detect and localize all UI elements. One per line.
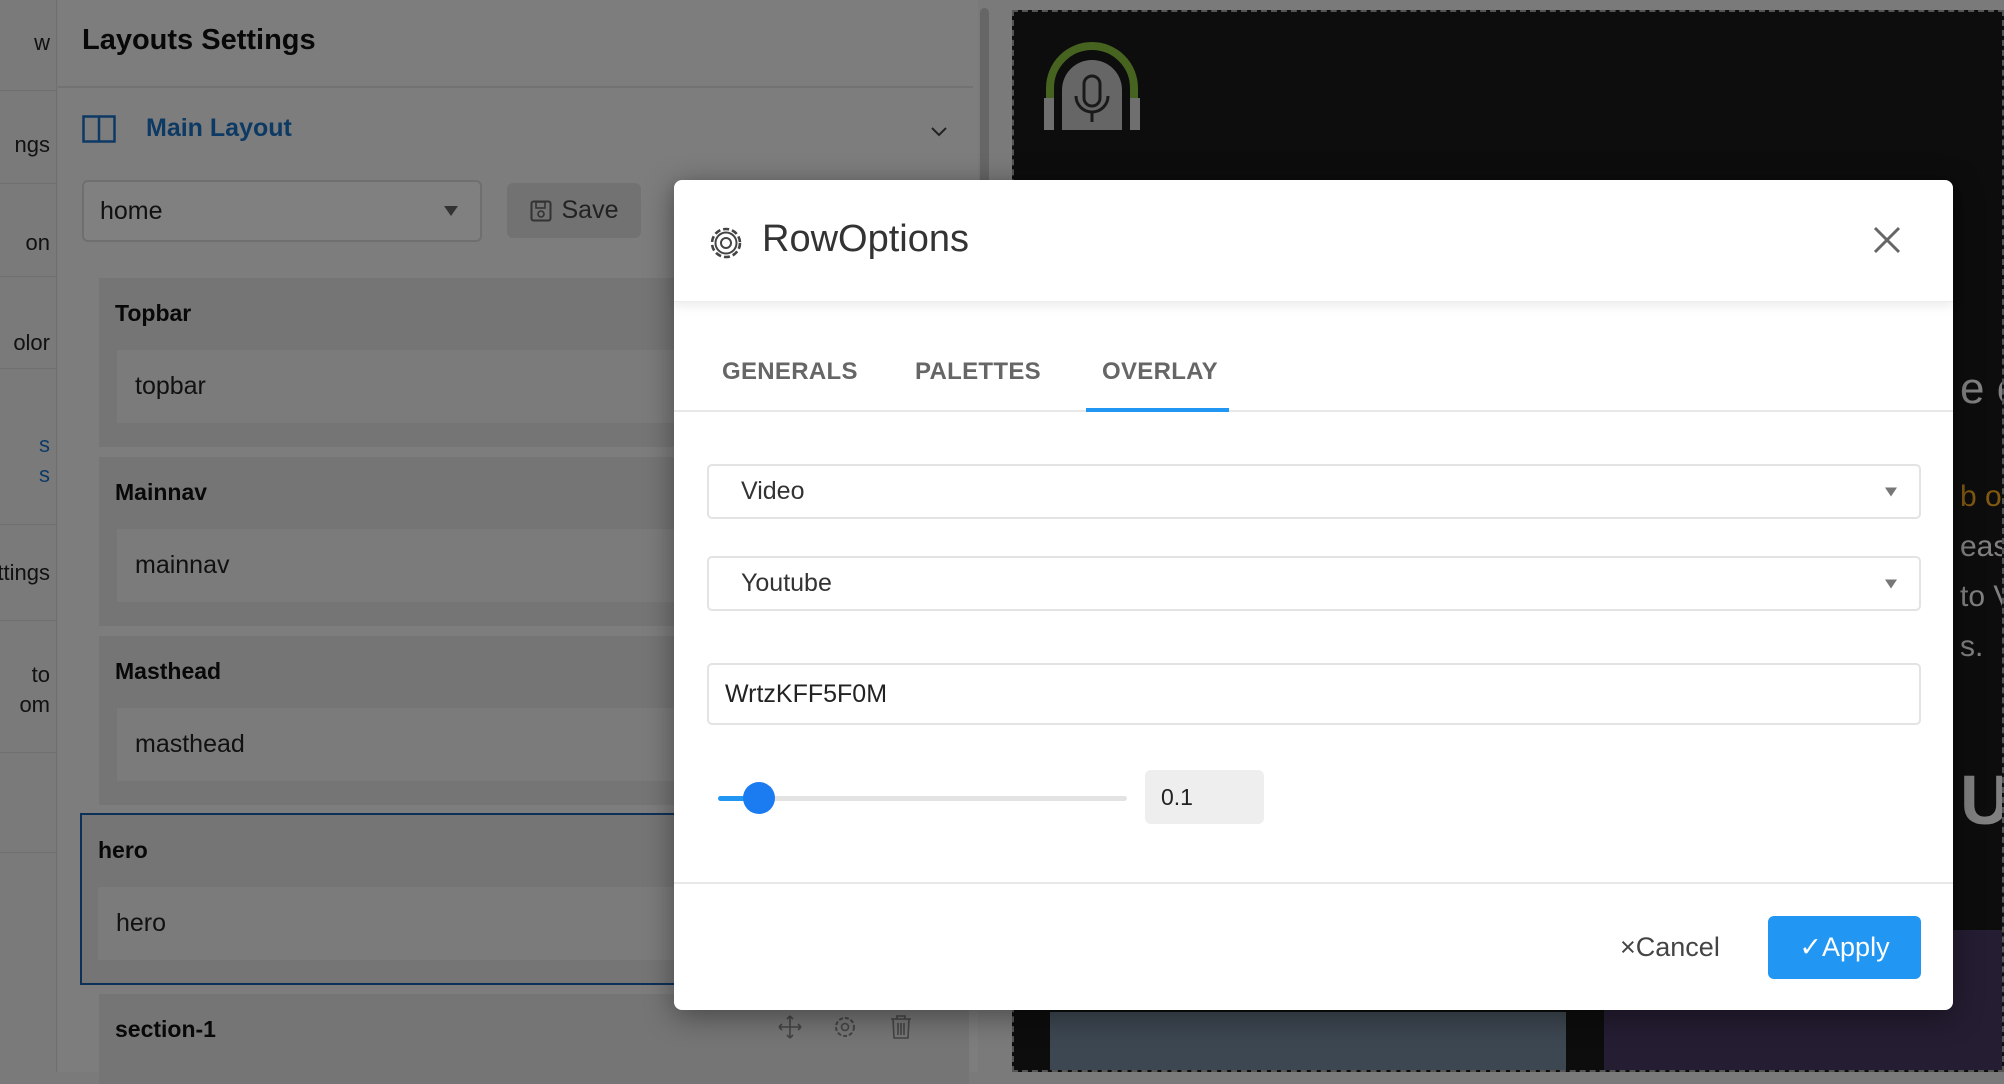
video-source-value: Youtube xyxy=(741,569,832,597)
tab-generals[interactable]: GENERALS xyxy=(722,358,858,386)
close-icon[interactable] xyxy=(1867,220,1907,260)
cancel-button[interactable]: ×Cancel xyxy=(1620,932,1720,963)
nav-item[interactable]: ttings xyxy=(0,560,50,586)
block-label: hero xyxy=(98,837,148,863)
apply-button[interactable]: ✓ Apply xyxy=(1768,916,1921,979)
podcast-logo-icon xyxy=(1044,42,1140,130)
block-label: section-1 xyxy=(115,1016,216,1042)
left-nav: w ngs on olor s s ttings to om xyxy=(0,0,57,1072)
layout-name: Main Layout xyxy=(146,114,292,142)
nav-item[interactable]: olor xyxy=(13,330,50,356)
main-layout-header[interactable]: Main Layout xyxy=(82,114,292,143)
chevron-down-icon[interactable] xyxy=(930,126,948,138)
preview-image xyxy=(1050,1012,1566,1070)
caret-down-icon xyxy=(1885,487,1897,496)
preview-text: eas xyxy=(1960,530,2004,563)
video-source-select[interactable]: Youtube xyxy=(707,556,1921,611)
overlay-type-value: Video xyxy=(741,477,805,505)
gear-icon xyxy=(710,227,742,259)
nav-item-active[interactable]: s s xyxy=(39,430,50,490)
caret-down-icon xyxy=(1885,579,1897,588)
preview-text: to V xyxy=(1960,580,2002,613)
caret-down-icon xyxy=(444,206,458,216)
x-icon: × xyxy=(1620,932,1636,962)
overlay-type-select[interactable]: Video xyxy=(707,464,1921,519)
preview-text: s. xyxy=(1960,630,1984,663)
nav-item[interactable]: w xyxy=(34,30,50,56)
opacity-value[interactable]: 0.1 xyxy=(1145,770,1264,824)
columns-icon xyxy=(82,114,116,143)
apply-label: Apply xyxy=(1822,932,1890,962)
layout-select-value: home xyxy=(100,196,163,225)
video-id-input[interactable]: WrtzKFF5F0M xyxy=(707,663,1921,725)
tab-overlay[interactable]: OVERLAY xyxy=(1102,358,1218,386)
check-icon: ✓ xyxy=(1799,932,1823,962)
floppy-icon xyxy=(530,200,551,221)
row-options-dialog: RowOptions GENERALS PALETTES OVERLAY Vid… xyxy=(674,180,1953,1010)
active-tab-indicator xyxy=(1086,408,1229,412)
preview-text: b o xyxy=(1960,480,2002,513)
block-label: Topbar xyxy=(115,300,192,326)
save-button[interactable]: Save xyxy=(507,183,641,238)
block-label: Masthead xyxy=(115,658,222,684)
opacity-slider[interactable] xyxy=(718,782,1127,814)
layout-select[interactable]: home xyxy=(82,180,482,242)
cancel-label: Cancel xyxy=(1635,932,1720,962)
slider-thumb[interactable] xyxy=(742,782,775,814)
block-label: Mainnav xyxy=(115,479,208,505)
panel-title: Layouts Settings xyxy=(82,24,316,56)
tab-palettes[interactable]: PALETTES xyxy=(915,358,1041,386)
trash-icon[interactable] xyxy=(889,1014,913,1040)
dialog-header: RowOptions xyxy=(674,180,1953,302)
save-label: Save xyxy=(561,196,619,224)
nav-item[interactable]: on xyxy=(26,230,50,256)
gear-icon[interactable] xyxy=(832,1014,858,1040)
nav-item[interactable]: ngs xyxy=(15,132,50,158)
move-icon[interactable] xyxy=(777,1014,803,1040)
dialog-title: RowOptions xyxy=(762,218,969,260)
preview-text: UL xyxy=(1960,760,2002,840)
preview-text: e c xyxy=(1960,364,2002,413)
nav-item[interactable]: to om xyxy=(19,660,50,720)
